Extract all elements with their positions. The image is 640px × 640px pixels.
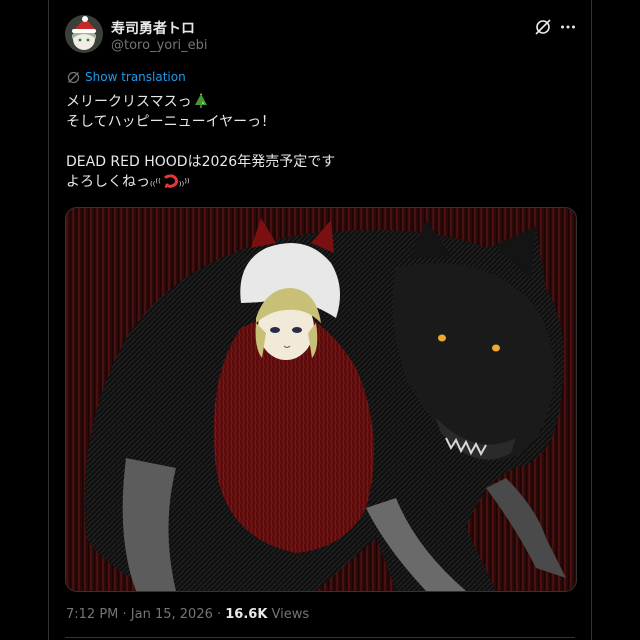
grok-icon[interactable] (534, 18, 552, 36)
kaomoji-right: ₎₎⁾⁾ (178, 176, 190, 189)
tweet-time[interactable]: 7:12 PM (66, 607, 118, 622)
tweet-line-1: メリークリスマスっ (66, 92, 566, 112)
tweet-date[interactable]: Jan 15, 2026 (131, 607, 213, 622)
kaomoji-left: ₍₍⁽⁽ (150, 176, 161, 189)
avatar-image (65, 15, 103, 53)
avatar[interactable] (65, 15, 103, 53)
divider (65, 637, 575, 638)
more-icon[interactable] (559, 18, 577, 36)
tweet-media-image[interactable] (65, 207, 577, 592)
views-count: 16.6K (225, 607, 268, 622)
tweet-line-4-text: よろしくねっ (66, 174, 150, 190)
tweet-line-3: DEAD RED HOODは2026年発売予定です (66, 154, 336, 170)
shrimp-icon (163, 173, 179, 195)
show-translation-link[interactable]: Show translation (67, 70, 186, 84)
views-label: Views (267, 607, 310, 622)
author-display-name[interactable]: 寿司勇者トロ (111, 18, 195, 38)
tweet-line-2: そしてハッピーニューイヤーっ！ (66, 114, 276, 130)
tweet-meta: 7:12 PM · Jan 15, 2026 · 16.6K Views (66, 607, 309, 622)
meta-separator: · (118, 607, 131, 622)
tweet-text: メリークリスマスっ そしてハッピーニューイヤーっ！ DEAD RED HOODは… (66, 92, 566, 192)
tweet-line-1-text: メリークリスマスっ (66, 94, 192, 110)
translate-icon (67, 71, 80, 83)
show-translation-label: Show translation (85, 70, 186, 84)
author-handle[interactable]: @toro_yori_ebi (111, 38, 208, 53)
meta-separator: · (212, 607, 226, 622)
tweet-line-4: よろしくねっ₍₍⁽⁽ ₎₎⁾⁾ (66, 172, 566, 192)
